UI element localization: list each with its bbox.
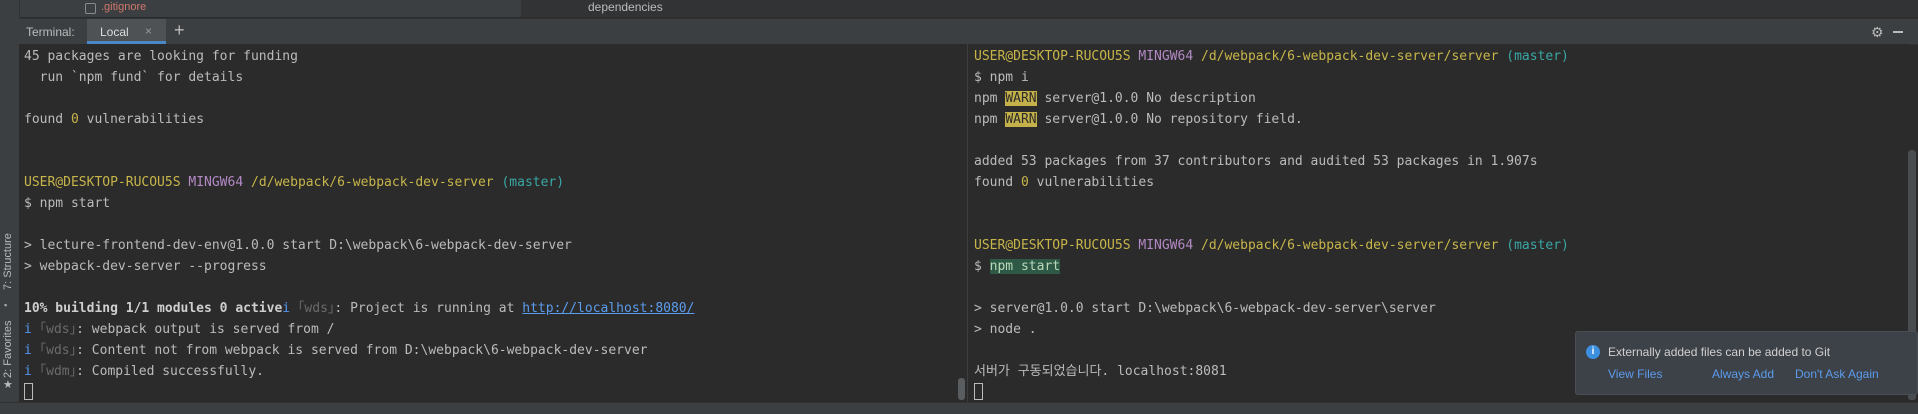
terminal-line: > node . [974,322,1037,337]
prompt-branch: (master) [1506,238,1569,253]
minimize-icon[interactable] [1893,31,1903,33]
terminal-cursor [974,383,983,400]
warn-badge: WARN [1005,112,1037,127]
terminal-line: > lecture-frontend-dev-env@1.0.0 start D… [24,238,572,253]
structure-icon: ▪ [4,300,8,310]
git-notification: i Externally added files can be added to… [1575,331,1918,395]
shell-prompt: USER@DESKTOP-RUCOU5S MINGW64 /d/webpack/… [974,235,1569,256]
dependencies-label: dependencies [588,0,663,14]
terminal-toolbar: Terminal: Local × + ⚙ [19,18,1918,45]
shell-prompt: USER@DESKTOP-RUCOU5S MINGW64 /d/webpack/… [24,172,564,193]
left-tool-gutter: 7: Structure ▪ 2: Favorites ★ [0,0,20,414]
terminal-line: npm WARN server@1.0.0 No description [974,91,1256,106]
terminal-line: added 53 packages from 37 contributors a… [974,154,1538,169]
gitignore-file-icon [85,3,96,14]
prompt-branch: (master) [1506,49,1569,64]
prompt-user: USER@DESKTOP-RUCOU5S [24,175,181,190]
terminal-line: found 0 vulnerabilities [974,175,1155,190]
editor-area [521,0,1918,17]
terminal-line: > server@1.0.0 start D:\webpack\6-webpac… [974,301,1436,316]
terminal-line: npm WARN server@1.0.0 No repository fiel… [974,112,1303,127]
shell-prompt: USER@DESKTOP-RUCOU5S MINGW64 /d/webpack/… [974,46,1569,67]
terminal-cursor [24,383,33,400]
terminal-command: $ npm start [974,259,1061,274]
file-tree-strip: .gitignore dependencies [19,0,1918,17]
star-icon: ★ [3,379,13,391]
prompt-path: /d/webpack/6-webpack-dev-server/server [1201,49,1499,64]
prompt-shell: MINGW64 [1138,49,1194,64]
localhost-link[interactable]: http://localhost:8080/ [522,301,694,316]
favorites-tab-label: 2: Favorites [2,320,14,378]
info-icon: i [1586,345,1600,359]
bottom-tool-strip [0,402,1918,414]
gitignore-file[interactable]: .gitignore [101,1,146,13]
view-files-link[interactable]: View Files [1608,367,1662,381]
terminal-line: > webpack-dev-server --progress [24,259,267,274]
prompt-shell: MINGW64 [1138,238,1194,253]
terminal-title: Terminal: [26,25,75,39]
prompt-branch: (master) [501,175,565,190]
prompt-user: USER@DESKTOP-RUCOU5S [974,238,1131,253]
close-icon[interactable]: × [145,24,152,38]
prompt-path: /d/webpack/6-webpack-dev-server/server [1201,238,1499,253]
add-tab-icon[interactable]: + [174,20,185,41]
dont-ask-again-link[interactable]: Don't Ask Again [1795,367,1879,381]
ide-window: .gitignore dependencies 7: Structure ▪ 2… [0,0,1918,414]
project-tree-pane: .gitignore [19,0,501,17]
terminal-line: i ｢wds｣: Content not from webpack is ser… [24,343,648,358]
terminal-command: $ npm start [24,196,111,211]
terminal-line: run `npm fund` for details [24,70,244,85]
prompt-path: /d/webpack/6-webpack-dev-server [251,175,494,190]
terminal-line: found 0 vulnerabilities [24,112,205,127]
highlighted-command: npm start [989,259,1061,274]
terminal-pane-left[interactable]: 45 packages are looking for funding run … [19,44,956,402]
tab-local-label: Local [100,25,129,39]
terminal-line: i ｢wds｣: webpack output is served from / [24,322,335,337]
prompt-shell: MINGW64 [188,175,244,190]
terminal-line: 10% building 1/1 modules 0 activei ｢wds｣… [24,301,695,316]
warn-badge: WARN [1005,91,1037,106]
terminal-line: 45 packages are looking for funding [24,49,298,64]
structure-tab-label: 7: Structure [2,233,14,290]
gear-icon[interactable]: ⚙ [1871,24,1884,41]
terminal-line: i ｢wdm｣: Compiled successfully. [24,364,264,379]
notification-message: Externally added files can be added to G… [1608,345,1831,359]
terminal-command: $ npm i [974,70,1029,85]
left-scrollbar-thumb[interactable] [958,378,965,400]
terminal-line: 서버가 구동되었습니다. localhost:8081 [974,364,1227,379]
tab-local[interactable]: Local × [87,19,166,44]
prompt-user: USER@DESKTOP-RUCOU5S [974,49,1131,64]
always-add-link[interactable]: Always Add [1712,367,1774,381]
